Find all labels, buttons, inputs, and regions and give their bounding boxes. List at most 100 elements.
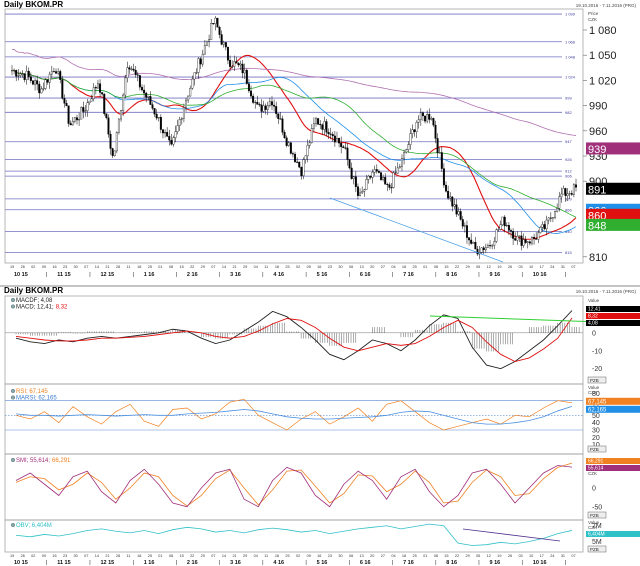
candle bbox=[306, 145, 309, 157]
candle bbox=[537, 232, 540, 240]
candle bbox=[321, 124, 324, 130]
candle bbox=[36, 80, 39, 85]
candle bbox=[252, 95, 255, 103]
candle bbox=[287, 142, 290, 146]
candle bbox=[392, 172, 395, 188]
candle bbox=[493, 241, 496, 246]
x-day-tick: 22 bbox=[455, 265, 459, 269]
visibility-eye-icon[interactable] bbox=[10, 298, 15, 303]
y-tick-label: 960 bbox=[589, 126, 607, 138]
visibility-eye-icon[interactable] bbox=[10, 389, 15, 394]
candle bbox=[405, 149, 408, 153]
candle bbox=[113, 150, 116, 156]
x-day-tick: 12 bbox=[487, 554, 491, 558]
x-day-tick: 15 bbox=[179, 265, 183, 269]
month-separator: | bbox=[478, 272, 479, 278]
x-day-tick: 04 bbox=[254, 554, 258, 558]
x-day-tick: 13 bbox=[360, 554, 364, 558]
candle bbox=[501, 216, 504, 225]
candle bbox=[245, 69, 248, 84]
candle bbox=[241, 63, 244, 74]
legend-label: MACD; 12,41; bbox=[16, 305, 54, 311]
candle bbox=[11, 70, 13, 72]
x-day-tick: 25 bbox=[148, 265, 152, 269]
candle bbox=[419, 112, 422, 120]
candle bbox=[67, 105, 70, 124]
candle bbox=[247, 83, 250, 92]
x-day-tick: 07 bbox=[211, 265, 215, 269]
x-day-tick: 09 bbox=[42, 554, 46, 558]
x-day-tick: 16 bbox=[317, 554, 321, 558]
x-day-tick: 21 bbox=[232, 265, 236, 269]
candle bbox=[99, 83, 102, 93]
x-day-tick: 09 bbox=[307, 554, 311, 558]
candle bbox=[554, 211, 557, 218]
candle bbox=[210, 23, 213, 40]
x-day-tick: 14 bbox=[222, 554, 226, 558]
x-day-tick: 07 bbox=[571, 265, 575, 269]
candle bbox=[155, 113, 158, 119]
candle bbox=[386, 184, 389, 186]
candle bbox=[480, 247, 483, 253]
candle bbox=[182, 107, 185, 119]
candle bbox=[535, 238, 538, 240]
candle bbox=[310, 128, 313, 143]
month-separator: | bbox=[176, 272, 177, 278]
candle bbox=[279, 118, 282, 120]
candle bbox=[401, 158, 403, 167]
candle bbox=[275, 106, 278, 114]
level-label: 906 bbox=[565, 174, 572, 179]
candle bbox=[528, 241, 531, 244]
candle bbox=[556, 207, 559, 212]
candle bbox=[461, 219, 464, 227]
x-day-tick: 19 bbox=[497, 265, 501, 269]
candle bbox=[436, 138, 439, 153]
x-day-tick: 26 bbox=[21, 265, 25, 269]
visibility-eye-icon[interactable] bbox=[10, 304, 15, 309]
x-day-tick: 11 bbox=[127, 554, 131, 558]
x-month-tick: 8 16 bbox=[446, 560, 457, 566]
visibility-eye-icon[interactable] bbox=[10, 523, 15, 528]
candle bbox=[329, 133, 332, 135]
y-tick-label: 1 080 bbox=[589, 25, 617, 37]
x-day-tick: 25 bbox=[285, 265, 289, 269]
visibility-eye-icon[interactable] bbox=[10, 395, 15, 400]
candle bbox=[369, 175, 372, 178]
candle bbox=[507, 225, 510, 231]
x-month-tick: 3 16 bbox=[230, 272, 241, 278]
candle bbox=[457, 211, 460, 215]
candle bbox=[86, 102, 89, 111]
candle bbox=[189, 88, 192, 97]
y-tick-label: 5M bbox=[592, 539, 602, 546]
x-day-tick: 16 bbox=[52, 265, 56, 269]
candle bbox=[197, 58, 200, 73]
value-tag-label: 8,32 bbox=[588, 314, 598, 320]
y-tick-label: -20 bbox=[592, 366, 602, 373]
chart-title: Daily BKOM.PR bbox=[4, 0, 63, 9]
candle bbox=[304, 155, 307, 160]
x-day-tick: 29 bbox=[465, 554, 469, 558]
visibility-eye-icon[interactable] bbox=[10, 458, 15, 463]
candle bbox=[382, 177, 385, 180]
month-separator: | bbox=[435, 272, 436, 278]
candle bbox=[455, 204, 458, 215]
candle bbox=[117, 118, 120, 133]
candle bbox=[560, 193, 563, 198]
candle bbox=[19, 73, 22, 76]
x-day-tick: 29 bbox=[243, 554, 247, 558]
candle bbox=[367, 175, 370, 180]
x-day-tick: 11 bbox=[264, 265, 268, 269]
month-separator: | bbox=[89, 272, 90, 278]
candle bbox=[533, 237, 536, 239]
candle bbox=[350, 167, 353, 179]
candle bbox=[289, 142, 292, 154]
month-separator: | bbox=[46, 272, 47, 278]
x-day-tick: 10 bbox=[529, 265, 533, 269]
x-day-tick: 14 bbox=[95, 554, 99, 558]
candle bbox=[344, 147, 347, 149]
candle bbox=[268, 101, 271, 106]
month-separator: | bbox=[522, 272, 523, 278]
month-separator: | bbox=[522, 560, 523, 566]
candle bbox=[359, 192, 362, 196]
candle bbox=[178, 119, 181, 126]
